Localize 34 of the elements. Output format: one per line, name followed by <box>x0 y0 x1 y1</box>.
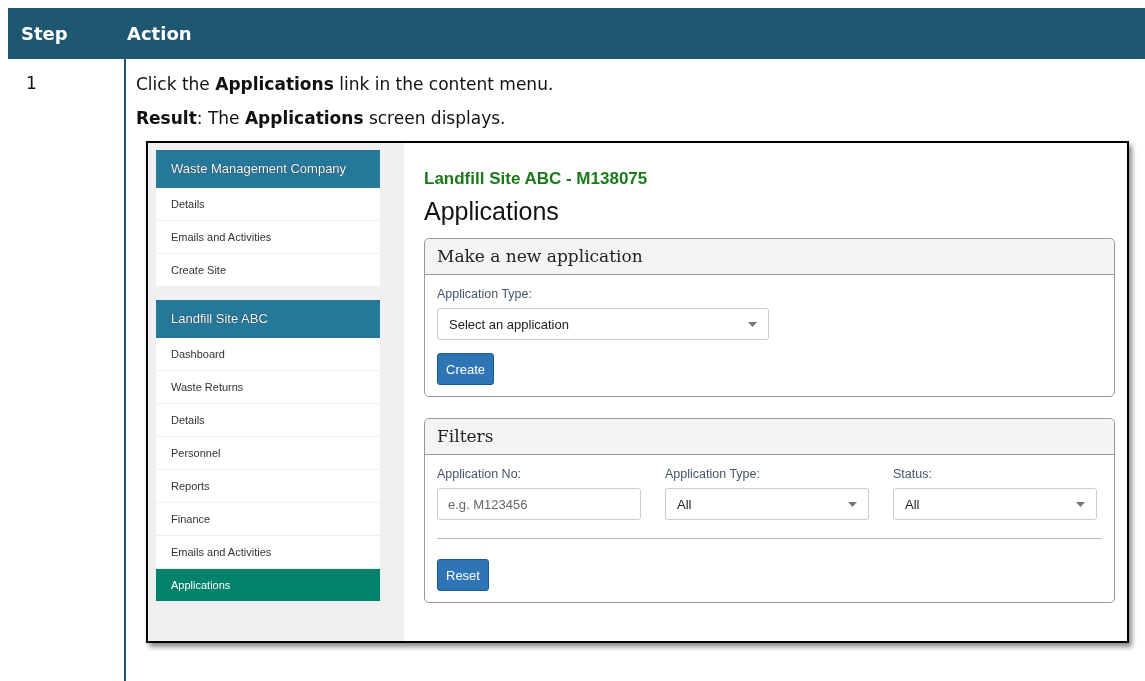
column-header: Step <box>20 23 69 44</box>
field-label: Application Type: <box>665 467 761 481</box>
sidebar-item[interactable]: Details <box>156 188 380 221</box>
field-label: Application Type: <box>437 287 533 301</box>
sidebar-item[interactable]: Details <box>156 404 380 437</box>
filter-dropdown[interactable]: All <box>665 488 869 520</box>
step-number: 1 <box>26 73 37 93</box>
column-header: Action <box>126 23 192 44</box>
sidebar-group-header: Waste Management Company <box>156 150 380 188</box>
caret-icon <box>748 321 757 327</box>
panel-title: Make a new application <box>425 239 1114 275</box>
sidebar-item[interactable]: Dashboard <box>156 338 380 371</box>
caret-icon <box>1076 501 1085 507</box>
sidebar-item[interactable]: Reports <box>156 470 380 503</box>
sidebar-item[interactable]: Waste Returns <box>156 371 380 404</box>
sidebar-item[interactable]: Finance <box>156 503 380 536</box>
sidebar-item[interactable]: Emails and Activities <box>156 221 380 254</box>
instruction-text: Click the Applications link in the content menu. <box>136 73 555 95</box>
reset-button[interactable]: Reset <box>437 559 489 591</box>
sidebar-item[interactable]: Personnel <box>156 437 380 470</box>
result-text: Result: The Applications screen displays. <box>136 107 507 129</box>
application-type-dropdown[interactable]: Select an application <box>437 308 769 340</box>
sidebar-item[interactable]: Create Site <box>156 254 380 287</box>
field-label: Status: <box>893 467 933 481</box>
sidebar-item[interactable]: Applications <box>156 569 380 602</box>
caret-icon <box>848 501 857 507</box>
filter-dropdown[interactable]: All <box>893 488 1097 520</box>
page-title: Applications <box>424 197 560 226</box>
sidebar-group-header: Landfill Site ABC <box>156 300 380 338</box>
panel-title: Filters <box>425 419 1114 455</box>
site-title: Landfill Site ABC - M138075 <box>424 169 649 189</box>
create-button[interactable]: Create <box>437 353 495 385</box>
field-label: Application No: <box>437 467 523 481</box>
application-number-field[interactable]: e.g. M123456 <box>437 488 641 520</box>
